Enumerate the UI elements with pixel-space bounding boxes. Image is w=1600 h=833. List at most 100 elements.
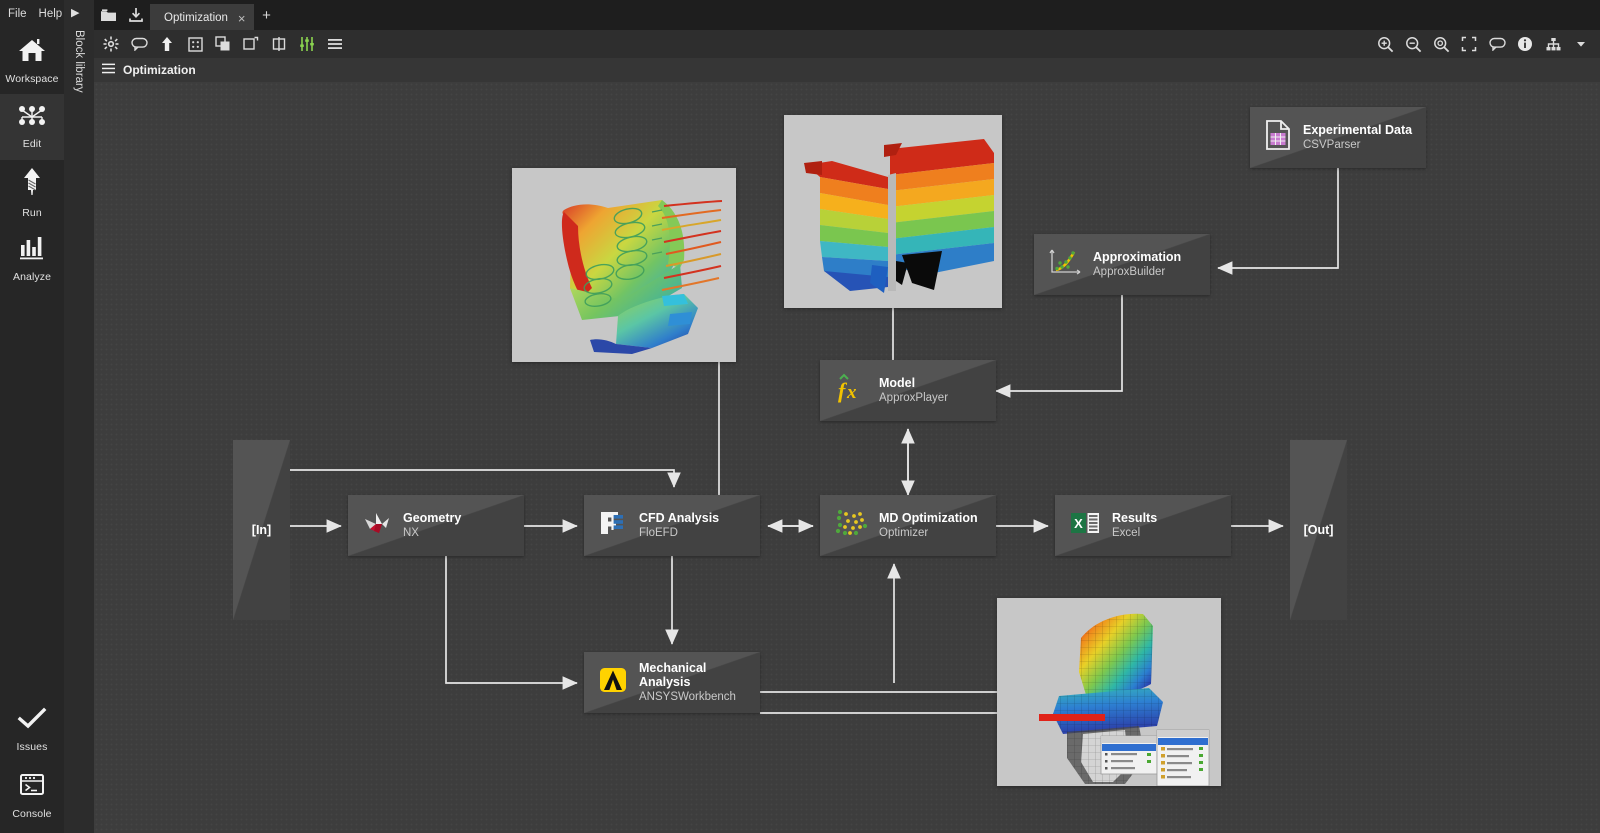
node-results-title: Results <box>1112 511 1158 526</box>
sidebar-item-analyze[interactable]: Analyze <box>0 226 64 292</box>
node-approximation-subtitle: ApproxBuilder <box>1093 265 1166 278</box>
rail-primary-items: Workspace Edit Run Analyze <box>0 28 64 292</box>
page-title: Optimization <box>123 63 196 77</box>
editor-toolbar <box>94 30 1600 58</box>
comment-bubble-icon[interactable] <box>126 32 152 56</box>
node-model-subtitle: ApproxPlayer <box>879 391 949 404</box>
response-surface-preview[interactable] <box>784 115 1002 308</box>
checkmark-icon <box>16 707 48 736</box>
toolbar-right-group <box>1372 30 1594 58</box>
excel-logo-icon: X <box>1069 510 1101 541</box>
node-experimental-data-subtitle: CSVParser <box>1303 138 1361 151</box>
node-model[interactable]: f x Model ApproxPlayer <box>820 360 996 421</box>
node-cfd-analysis[interactable]: CFD Analysis FloEFD <box>584 495 760 556</box>
optimizer-dots-icon <box>834 509 868 542</box>
node-results[interactable]: X Results Excel <box>1055 495 1231 556</box>
upload-arrow-icon[interactable] <box>154 32 180 56</box>
sidebar-item-issues[interactable]: Issues <box>0 697 64 763</box>
merge-block-icon[interactable] <box>266 32 292 56</box>
sliders-icon[interactable] <box>294 32 320 56</box>
node-cfd-analysis-title: CFD Analysis <box>639 511 720 526</box>
canvas-breadcrumb-bar: Optimization <box>94 58 1600 83</box>
sidebar-item-analyze-label: Analyze <box>12 271 52 283</box>
workflow-output-port[interactable]: [Out] <box>1290 440 1347 620</box>
left-navigation-rail: File Help Workspace Edit Run Analyze Iss… <box>0 0 64 833</box>
close-icon[interactable]: × <box>238 12 246 25</box>
sidebar-item-run-label: Run <box>22 207 42 219</box>
tab-bar: Optimization × + <box>94 0 1600 30</box>
sidebar-item-issues-label: Issues <box>16 741 48 753</box>
application-window: File Help Workspace Edit Run Analyze Iss… <box>0 0 1600 833</box>
node-experimental-data-title: Experimental Data <box>1303 123 1413 138</box>
sidebar-item-console-label: Console <box>12 808 52 820</box>
group-block-icon[interactable] <box>238 32 264 56</box>
info-icon[interactable] <box>1512 32 1538 56</box>
node-md-optimization-title: MD Optimization <box>879 511 978 526</box>
nodes-graph-icon <box>16 104 48 133</box>
sidebar-item-workspace[interactable]: Workspace <box>0 28 64 94</box>
svg-text:x: x <box>846 382 857 403</box>
floefd-logo-icon <box>598 509 628 542</box>
node-experimental-data[interactable]: Experimental Data CSVParser <box>1250 107 1426 168</box>
chevron-down-icon[interactable] <box>1568 32 1594 56</box>
node-geometry[interactable]: Geometry NX <box>348 495 524 556</box>
hamburger-menu-icon[interactable] <box>102 61 115 79</box>
node-md-optimization-subtitle: Optimizer <box>879 526 929 539</box>
sidebar-item-edit[interactable]: Edit <box>0 94 64 160</box>
approx-curve-icon <box>1048 247 1082 282</box>
node-results-subtitle: Excel <box>1112 526 1141 539</box>
workflow-input-port-label: [In] <box>251 523 272 537</box>
svg-text:X: X <box>1074 516 1083 531</box>
hierarchy-tree-icon[interactable] <box>1540 32 1566 56</box>
terminal-icon <box>17 772 47 803</box>
workflow-input-port[interactable]: [In] <box>233 440 290 620</box>
block-library-label-vertical: Block library <box>64 30 94 230</box>
comment-bubble-icon[interactable] <box>1484 32 1510 56</box>
cfd-streamlines-preview[interactable] <box>512 168 736 362</box>
tab-optimization-label: Optimization <box>164 12 228 24</box>
zoom-reset-icon[interactable] <box>1428 32 1454 56</box>
node-mechanical-analysis-title: Mechanical Analysis <box>639 661 707 690</box>
menu-bar: File Help <box>0 0 64 28</box>
fea-mesh-preview[interactable] <box>997 598 1221 786</box>
node-approximation-title: Approximation <box>1093 250 1182 265</box>
sidebar-item-edit-label: Edit <box>22 138 42 150</box>
add-block-icon[interactable] <box>182 32 208 56</box>
fit-screen-icon[interactable] <box>1456 32 1482 56</box>
node-md-optimization[interactable]: MD Optimization Optimizer <box>820 495 996 556</box>
sidebar-item-run[interactable]: Run <box>0 160 64 226</box>
home-icon <box>17 37 47 68</box>
workflow-output-port-label: [Out] <box>1303 523 1334 537</box>
node-mechanical-analysis[interactable]: Mechanical Analysis ANSYSWorkbench <box>584 652 760 713</box>
workflow-canvas[interactable]: [In] [Out] Geometry NX CFD Analysis FloE… <box>94 82 1600 833</box>
zoom-out-icon[interactable] <box>1400 32 1426 56</box>
settings-gear-icon[interactable] <box>98 32 124 56</box>
sidebar-item-workspace-label: Workspace <box>5 73 59 85</box>
node-mechanical-analysis-subtitle: ANSYSWorkbench <box>639 690 736 703</box>
nx-logo-icon <box>362 510 392 541</box>
save-project-button[interactable] <box>122 0 150 30</box>
tab-optimization[interactable]: Optimization × <box>150 4 254 30</box>
node-geometry-subtitle: NX <box>403 526 419 539</box>
node-approximation[interactable]: Approximation ApproxBuilder <box>1034 234 1210 295</box>
zoom-in-icon[interactable] <box>1372 32 1398 56</box>
open-project-button[interactable] <box>94 0 122 30</box>
ansys-logo-icon <box>598 666 628 699</box>
block-library-panel-collapsed[interactable]: ▶ Block library <box>64 0 95 833</box>
sidebar-item-console[interactable]: Console <box>0 763 64 829</box>
hamburger-menu-icon[interactable] <box>322 32 348 56</box>
bar-chart-icon <box>17 235 47 266</box>
toolbar-left-group <box>94 32 348 56</box>
rocket-up-arrow-icon <box>19 167 45 202</box>
csv-file-icon <box>1264 119 1292 156</box>
new-tab-button[interactable]: + <box>254 0 280 30</box>
node-model-title: Model <box>879 376 916 391</box>
rail-secondary-items: Issues Console <box>0 697 64 829</box>
menu-file[interactable]: File <box>8 8 27 20</box>
node-cfd-analysis-subtitle: FloEFD <box>639 526 678 539</box>
copy-blocks-icon[interactable] <box>210 32 236 56</box>
expand-arrow-icon[interactable]: ▶ <box>71 6 79 19</box>
block-library-label: Block library <box>73 30 85 93</box>
menu-help[interactable]: Help <box>39 8 63 20</box>
node-geometry-title: Geometry <box>403 511 462 526</box>
